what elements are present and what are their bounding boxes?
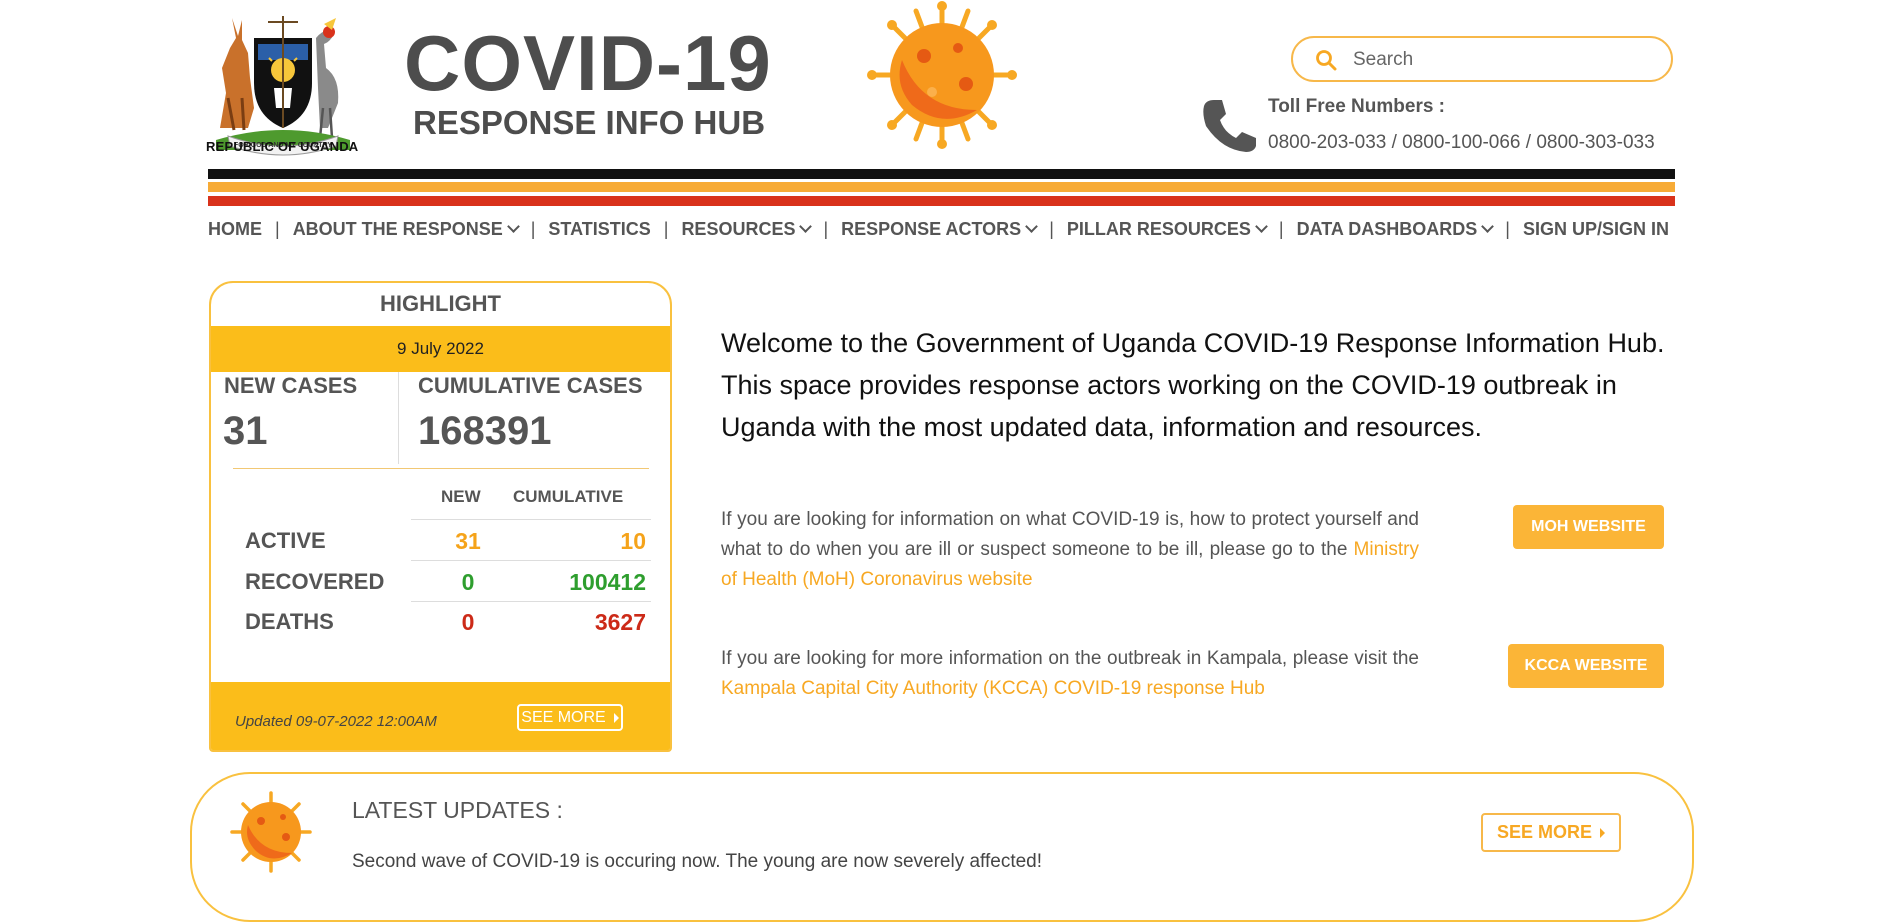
moh-website-button[interactable]: MOH WEBSITE (1513, 505, 1664, 549)
chevron-down-icon (506, 220, 520, 233)
nav-separator: | (663, 218, 669, 239)
highlight-see-more-button[interactable]: SEE MORE (517, 704, 623, 731)
nav-separator: | (823, 218, 829, 239)
search-box[interactable] (1291, 36, 1673, 82)
welcome-text: Welcome to the Government of Uganda COVI… (721, 328, 1665, 442)
stat-row-label: ACTIVE (245, 528, 326, 553)
kcca-link[interactable]: Kampala Capital City Authority (KCCA) CO… (721, 678, 1265, 699)
stat-row-new: 0 (461, 609, 475, 635)
flag-stripe-black (208, 169, 1675, 179)
chevron-down-icon (1481, 220, 1495, 233)
stat-row-label: DEATHS (245, 609, 334, 634)
kcca-website-button[interactable]: KCCA WEBSITE (1508, 644, 1664, 688)
moh-info-text: If you are looking for information on wh… (721, 505, 1419, 595)
nav-separator: | (1278, 218, 1284, 239)
main-nav: HOME | ABOUT THE RESPONSE | STATISTICS |… (208, 214, 1669, 244)
caret-right-icon (1600, 827, 1606, 838)
phone-icon (1203, 100, 1256, 152)
nav-pillar-resources[interactable]: PILLAR RESOURCES (1066, 218, 1268, 240)
kcca-info-text: If you are looking for more information … (721, 644, 1419, 704)
latest-update-text[interactable]: Second wave of COVID-19 is occuring now.… (352, 851, 1042, 873)
stat-row-label: RECOVERED (245, 569, 385, 594)
latest-updates-title: LATEST UPDATES : (352, 797, 563, 823)
nav-label: RESOURCES (681, 218, 796, 239)
toll-free-numbers: 0800-203-033 / 0800-100-066 / 0800-303-0… (1268, 132, 1655, 153)
nav-label: PILLAR RESOURCES (1066, 218, 1251, 239)
virus-icon (867, 1, 1017, 149)
updates-see-more-button[interactable]: SEE MORE (1481, 813, 1621, 852)
updated-timestamp: Updated 09-07-2022 12:00AM (235, 713, 437, 730)
highlight-footer: Updated 09-07-2022 12:00AM SEE MORE (211, 682, 670, 750)
info-text: If you are looking for more information … (721, 648, 1419, 669)
caret-right-icon (613, 712, 619, 723)
nav-statistics[interactable]: STATISTICS (548, 219, 650, 240)
cumulative-cases-label: CUMULATIVE CASES (418, 373, 643, 398)
cumulative-cases-value: 168391 (418, 409, 552, 453)
nav-separator: | (275, 218, 280, 239)
search-input[interactable] (1351, 45, 1655, 75)
nav-home[interactable]: HOME (208, 219, 262, 240)
column-header-new: NEW (441, 487, 481, 506)
stat-row-cumulative: 3627 (594, 609, 646, 635)
new-cases-label: NEW CASES (224, 373, 358, 398)
stat-row-new: 0 (461, 569, 475, 595)
info-text: If you are looking for information on wh… (721, 509, 1419, 560)
highlight-date: 9 July 2022 (397, 339, 484, 358)
nav-label: DATA DASHBOARDS (1296, 218, 1478, 239)
column-header-cumulative: CUMULATIVE (513, 487, 624, 506)
nav-separator: | (530, 218, 536, 239)
highlight-card: HIGHLIGHT 9 July 2022 NEW CASES 31 CUMUL… (209, 281, 672, 752)
button-label: SEE MORE (1496, 822, 1593, 842)
chevron-down-icon (1255, 220, 1268, 233)
brand-title: COVID-19 (404, 19, 772, 107)
new-cases-value: 31 (223, 409, 268, 453)
search-icon[interactable] (1315, 49, 1337, 71)
row-divider (411, 601, 651, 602)
nav-separator: | (1505, 218, 1510, 239)
nav-resources[interactable]: RESOURCES (681, 218, 813, 240)
chevron-down-icon (799, 220, 813, 233)
toll-free-label: Toll Free Numbers : (1268, 96, 1446, 117)
coat-caption: REPUBLIC OF UGANDA (206, 139, 359, 154)
stat-row-cumulative: 10 (620, 528, 646, 554)
latest-updates-panel (190, 772, 1694, 922)
flag-stripe-red (208, 196, 1675, 206)
button-label: SEE MORE (521, 708, 606, 726)
brand-subtitle: RESPONSE INFO HUB (413, 104, 766, 141)
virus-icon (230, 791, 312, 873)
row-divider (411, 519, 651, 520)
nav-about-the-response[interactable]: ABOUT THE RESPONSE (292, 218, 520, 240)
nav-separator: | (1049, 218, 1054, 239)
stat-row-new: 31 (455, 528, 481, 554)
nav-label: ABOUT THE RESPONSE (292, 218, 503, 239)
nav-data-dashboards[interactable]: DATA DASHBOARDS (1296, 218, 1495, 240)
divider (233, 468, 649, 469)
coat-of-arms-logo: FOR GOD AND MY COUNTRY (216, 16, 350, 156)
flag-stripe-orange (208, 182, 1675, 192)
divider (398, 372, 399, 464)
nav-sign-up-sign-in[interactable]: SIGN UP/SIGN IN (1523, 219, 1669, 240)
highlight-date-band: 9 July 2022 (211, 326, 670, 372)
stat-row-cumulative: 100412 (569, 569, 646, 595)
nav-label: RESPONSE ACTORS (841, 218, 1022, 239)
row-divider (411, 560, 651, 561)
chevron-down-icon (1025, 220, 1039, 233)
nav-response-actors[interactable]: RESPONSE ACTORS (841, 218, 1039, 240)
highlight-title: HIGHLIGHT (380, 291, 501, 316)
